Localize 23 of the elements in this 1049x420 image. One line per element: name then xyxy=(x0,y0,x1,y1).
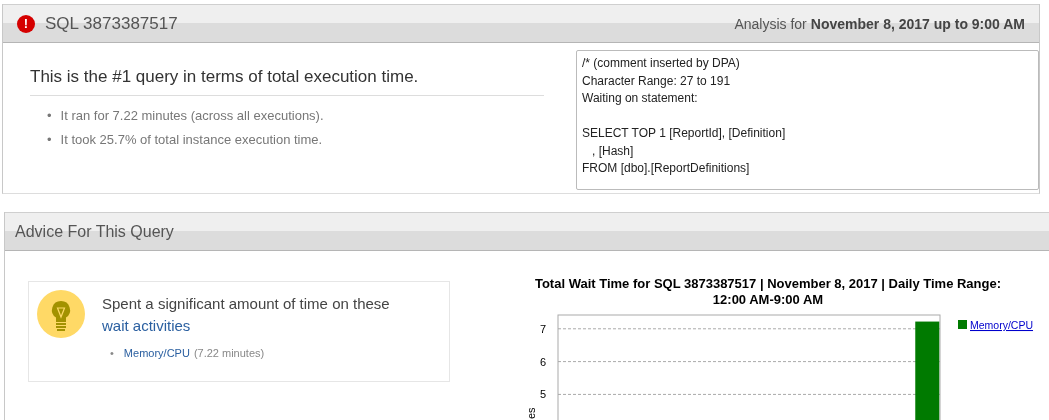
lightbulb-icon xyxy=(37,290,85,338)
y-tick-label: 5 xyxy=(539,388,546,401)
wait-duration: (7.22 minutes) xyxy=(193,347,265,359)
sql-text-box[interactable]: /* (comment inserted by DPA) Character Range: 27 to 191 Waiting on statement: SELECT TOP 1 [ReportId], [Definition] , [Hash] FROM [dbo].[ReportDefinitions] xyxy=(576,50,1039,190)
panel-title: Advice For This Query xyxy=(15,222,174,241)
wait-type-link[interactable]: Memory/CPU xyxy=(123,347,190,359)
query-headline: This is the #1 query in terms of total execution time. xyxy=(30,67,544,96)
bullet-icon: • xyxy=(110,347,114,359)
advice-message: Spent a significant amount of time on these wait activities xyxy=(102,294,391,336)
legend-link[interactable]: Memory/CPU xyxy=(970,319,1033,331)
bullet-icon: • xyxy=(47,108,52,123)
wait-activities-link[interactable]: wait activities xyxy=(102,317,191,334)
stat-text: It ran for 7.22 minutes (across all executions). xyxy=(60,108,324,123)
stat-text: It took 25.7% of total instance execution time. xyxy=(60,132,323,147)
bullet-icon: • xyxy=(47,132,52,147)
query-title: SQL 3873387517 xyxy=(45,13,178,34)
y-axis-label: es xyxy=(525,407,537,419)
y-tick-label: 7 xyxy=(539,322,546,335)
analysis-date: November 8, 2017 up to 9:00 AM xyxy=(810,15,1025,32)
chart-title: Total Wait Time for SQL 3873387517 | November 8, 2017 | Daily Time Range: 12:00 AM-9:00 AM xyxy=(533,276,1003,308)
y-tick-label: 6 xyxy=(539,355,546,368)
analysis-label: Analysis for xyxy=(734,15,807,32)
alert-icon: ! xyxy=(17,14,35,33)
